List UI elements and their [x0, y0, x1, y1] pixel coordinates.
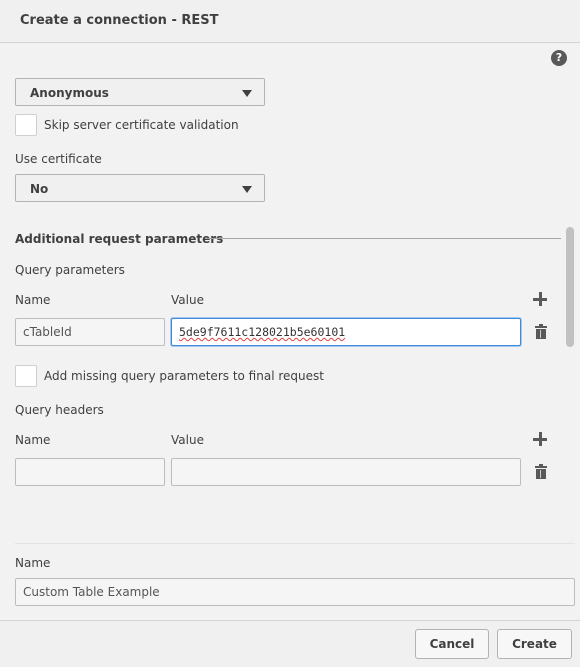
query-params-value-header: Value — [171, 293, 204, 307]
use-certificate-label: Use certificate — [15, 152, 102, 166]
scrollbar-thumb[interactable] — [566, 227, 574, 347]
caret-down-icon — [242, 186, 252, 193]
section-divider — [205, 238, 561, 239]
skip-cert-checkbox[interactable] — [15, 114, 37, 136]
add-missing-params-label: Add missing query parameters to final re… — [44, 369, 324, 383]
create-button[interactable]: Create — [497, 629, 572, 659]
add-missing-params-checkbox[interactable] — [15, 365, 37, 387]
add-query-param-plus-icon[interactable] — [532, 291, 548, 307]
delete-query-param-trash-icon[interactable] — [535, 324, 547, 339]
query-headers-title: Query headers — [15, 403, 104, 417]
connection-name-input[interactable]: Custom Table Example — [15, 578, 575, 606]
query-header-name-input[interactable] — [15, 458, 165, 486]
query-headers-name-header: Name — [15, 433, 51, 447]
query-params-title: Query parameters — [15, 263, 125, 277]
dialog-title: Create a connection - REST — [20, 13, 219, 28]
query-header-value-input[interactable] — [171, 458, 521, 486]
query-params-name-header: Name — [15, 293, 51, 307]
delete-query-header-trash-icon[interactable] — [535, 464, 547, 479]
use-certificate-select[interactable]: No — [15, 174, 265, 202]
add-query-header-plus-icon[interactable] — [532, 431, 548, 447]
connection-name-label: Name — [15, 556, 51, 570]
use-certificate-select-value: No — [30, 182, 49, 196]
authentication-select[interactable]: Anonymous — [15, 78, 265, 106]
dialog-footer — [0, 620, 580, 667]
skip-cert-label: Skip server certificate validation — [44, 118, 239, 132]
caret-down-icon — [242, 90, 252, 97]
cancel-button[interactable]: Cancel — [415, 629, 489, 659]
question-circle-icon[interactable]: ? — [551, 50, 567, 66]
additional-params-title: Additional request parameters — [15, 232, 224, 246]
query-param-value-text: 5de9f7611c128021b5e60101 — [179, 325, 346, 339]
query-param-name-input[interactable]: cTableId — [15, 318, 165, 346]
name-section-divider — [15, 543, 575, 544]
authentication-select-value: Anonymous — [30, 86, 109, 100]
query-param-value-input[interactable]: 5de9f7611c128021b5e60101 — [171, 318, 521, 346]
query-headers-value-header: Value — [171, 433, 204, 447]
